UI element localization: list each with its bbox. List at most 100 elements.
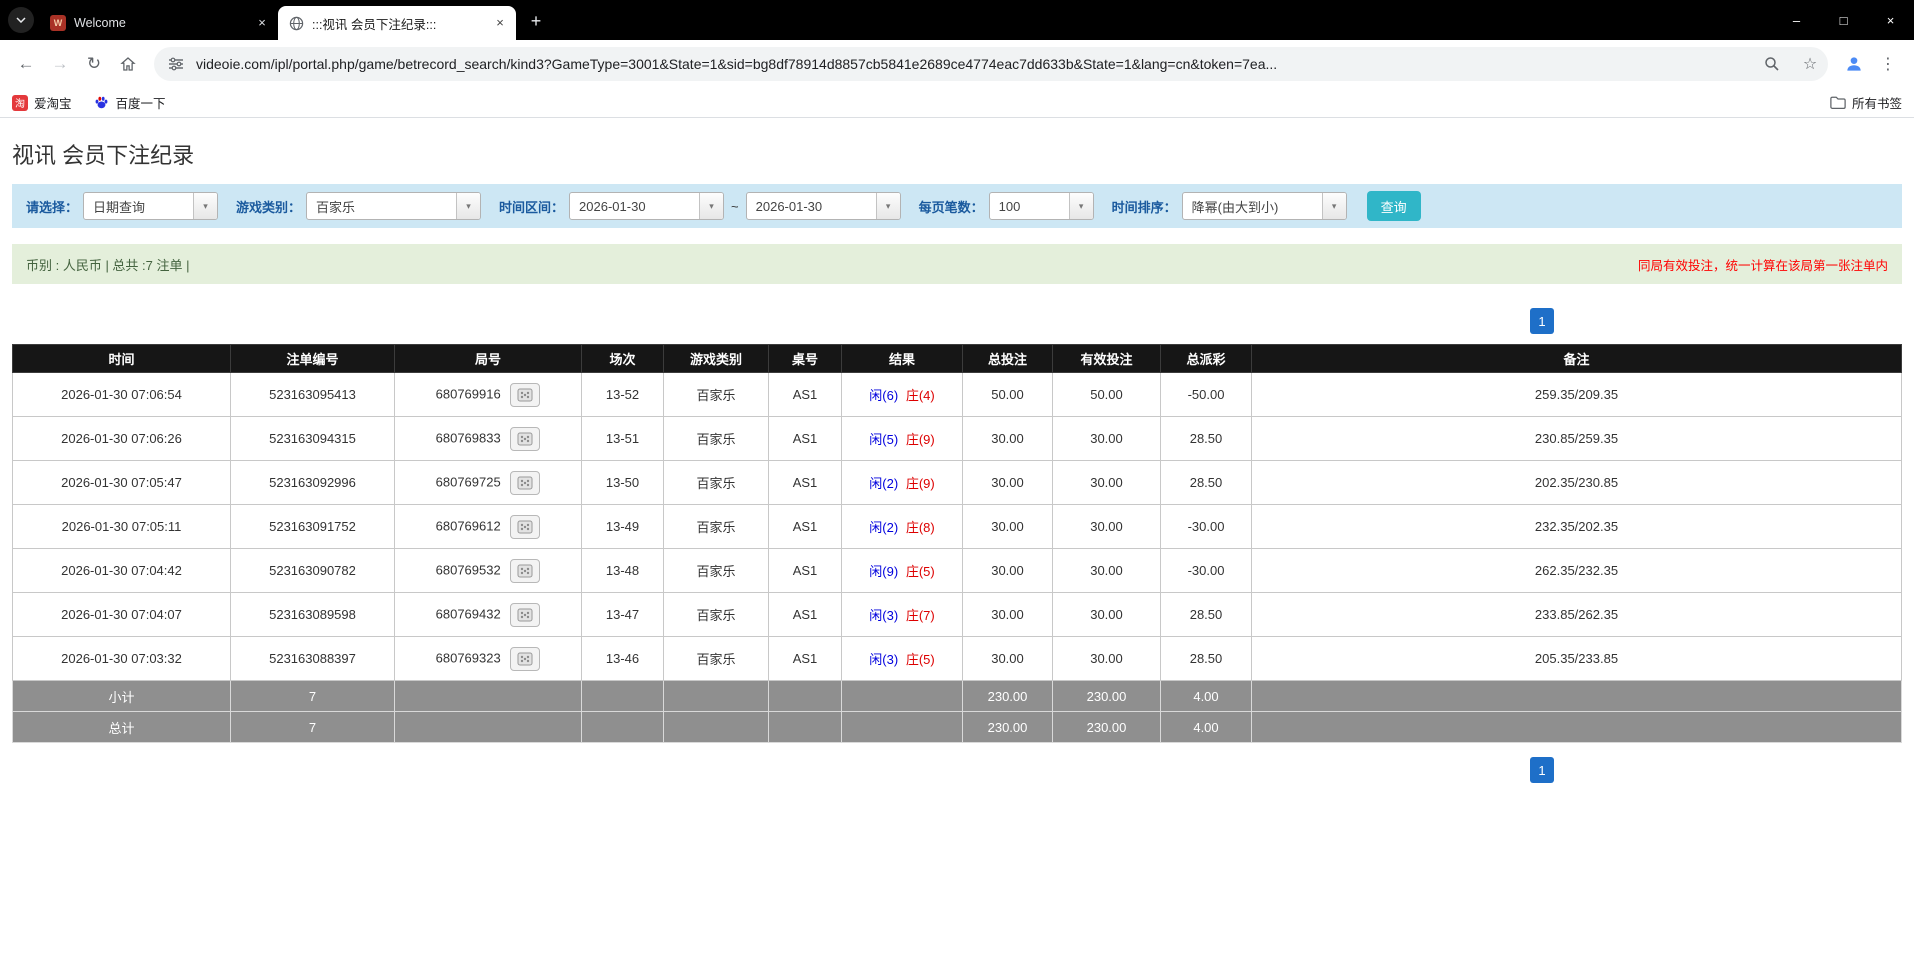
tab-close-icon[interactable]: ×: [492, 15, 508, 31]
profile-avatar[interactable]: [1838, 48, 1870, 80]
time-sort-label: 时间排序：: [1112, 197, 1177, 216]
total-count: 7: [231, 712, 395, 743]
col-header-note: 备注: [1252, 345, 1902, 373]
table-row: 2026-01-30 07:03:32 523163088397 6807693…: [13, 637, 1902, 681]
table-header-row: 时间 注单编号 局号 场次 游戏类别 桌号 结果 总投注 有效投注 总派彩 备注: [13, 345, 1902, 373]
taobao-icon: 淘: [12, 95, 28, 111]
select-type-dropdown[interactable]: 日期查询 ▾: [83, 192, 218, 220]
cell-round-id: 680769833: [395, 417, 582, 461]
cell-total-bet[interactable]: 30.00: [963, 593, 1053, 637]
result-banker: 庄(9): [906, 432, 935, 447]
back-button[interactable]: ←: [10, 48, 42, 80]
filter-bar: 请选择： 日期查询 ▾ 游戏类别： 百家乐 ▾ 时间区间： 2026-01-30…: [12, 184, 1902, 228]
tune-icon[interactable]: [166, 54, 186, 74]
cell-game-type: 百家乐: [664, 637, 769, 681]
tab-close-icon[interactable]: ×: [254, 15, 270, 31]
chevron-down-icon[interactable]: ▾: [1069, 193, 1093, 219]
cell-time: 2026-01-30 07:03:32: [13, 637, 231, 681]
cell-table-no: AS1: [769, 373, 842, 417]
col-header-total-bet: 总投注: [963, 345, 1053, 373]
tab-welcome[interactable]: W Welcome ×: [40, 6, 278, 40]
subtotal-row: 小计 7 230.00 230.00 4.00: [13, 681, 1902, 712]
col-header-valid-bet: 有效投注: [1053, 345, 1161, 373]
cell-time: 2026-01-30 07:05:11: [13, 505, 231, 549]
forward-button[interactable]: →: [44, 48, 76, 80]
tab-search-button[interactable]: [8, 7, 34, 33]
cell-note: 202.35/230.85: [1252, 461, 1902, 505]
round-replay-button[interactable]: [510, 427, 540, 451]
footer-empty-cell: [1252, 681, 1902, 712]
footer-empty-cell: [395, 681, 582, 712]
date-range-label: 时间区间：: [499, 197, 564, 216]
all-bookmarks[interactable]: 所有书签: [1830, 93, 1902, 112]
round-replay-button[interactable]: [510, 603, 540, 627]
chevron-down-icon[interactable]: ▾: [876, 193, 900, 219]
page-size-dropdown[interactable]: 100 ▾: [989, 192, 1094, 220]
chevron-down-icon[interactable]: ▾: [1322, 193, 1346, 219]
footer-empty-cell: [582, 712, 664, 743]
cell-round-id: 680769323: [395, 637, 582, 681]
cell-note: 205.35/233.85: [1252, 637, 1902, 681]
cell-note: 262.35/232.35: [1252, 549, 1902, 593]
date-to-dropdown[interactable]: 2026-01-30 ▾: [746, 192, 901, 220]
table-row: 2026-01-30 07:06:54 523163095413 6807699…: [13, 373, 1902, 417]
round-replay-button[interactable]: [510, 559, 540, 583]
round-replay-button[interactable]: [510, 383, 540, 407]
cell-total-bet[interactable]: 30.00: [963, 637, 1053, 681]
bookmark-baidu[interactable]: 百度一下: [94, 93, 166, 112]
round-replay-button[interactable]: [510, 647, 540, 671]
footer-empty-cell: [1252, 712, 1902, 743]
chevron-down-icon[interactable]: ▾: [193, 193, 217, 219]
close-button[interactable]: ×: [1867, 0, 1914, 40]
bookmark-aitaobao[interactable]: 淘 爱淘宝: [12, 93, 72, 112]
cell-payout: -30.00: [1161, 549, 1252, 593]
bookmark-star-icon[interactable]: ☆: [1796, 50, 1824, 78]
cell-bet-id: 523163092996: [231, 461, 395, 505]
game-type-dropdown[interactable]: 百家乐 ▾: [306, 192, 481, 220]
cell-time: 2026-01-30 07:05:47: [13, 461, 231, 505]
cell-total-bet[interactable]: 30.00: [963, 461, 1053, 505]
minimize-button[interactable]: –: [1773, 0, 1820, 40]
summary-bar: 币别 : 人民币 | 总共 :7 注单 | 同局有效投注，统一计算在该局第一张注…: [12, 244, 1902, 284]
footer-empty-cell: [769, 681, 842, 712]
baidu-paw-icon: [94, 95, 110, 111]
cell-round-id: 680769532: [395, 549, 582, 593]
round-replay-button[interactable]: [510, 515, 540, 539]
cell-total-bet[interactable]: 30.00: [963, 417, 1053, 461]
page-1-button[interactable]: 1: [1530, 757, 1554, 783]
result-player: 闲(3): [869, 652, 898, 667]
cell-total-bet[interactable]: 50.00: [963, 373, 1053, 417]
cell-note: 233.85/262.35: [1252, 593, 1902, 637]
page-1-button[interactable]: 1: [1530, 308, 1554, 334]
tab-betrecord[interactable]: :::视讯 会员下注纪录::: ×: [278, 6, 516, 40]
address-bar[interactable]: videoie.com/ipl/portal.php/game/betrecor…: [154, 47, 1828, 81]
search-button[interactable]: 查询: [1367, 191, 1421, 221]
cell-result: 闲(9) 庄(5): [842, 549, 963, 593]
maximize-button[interactable]: □: [1820, 0, 1867, 40]
game-type-value: 百家乐: [307, 193, 456, 219]
browser-menu-icon[interactable]: ⋮: [1872, 48, 1904, 80]
round-replay-button[interactable]: [510, 471, 540, 495]
cell-time: 2026-01-30 07:04:42: [13, 549, 231, 593]
chevron-down-icon[interactable]: ▾: [699, 193, 723, 219]
date-from-dropdown[interactable]: 2026-01-30 ▾: [569, 192, 724, 220]
zoom-icon[interactable]: [1758, 50, 1786, 78]
table-row: 2026-01-30 07:05:47 523163092996 6807697…: [13, 461, 1902, 505]
home-button[interactable]: [112, 48, 144, 80]
col-header-result: 结果: [842, 345, 963, 373]
url-text[interactable]: videoie.com/ipl/portal.php/game/betrecor…: [196, 56, 1748, 72]
cell-game-type: 百家乐: [664, 461, 769, 505]
cell-total-bet[interactable]: 30.00: [963, 549, 1053, 593]
cell-result: 闲(3) 庄(7): [842, 593, 963, 637]
new-tab-button[interactable]: +: [522, 7, 550, 35]
subtotal-payout: 4.00: [1161, 681, 1252, 712]
bookmark-label: 百度一下: [116, 93, 166, 112]
time-sort-dropdown[interactable]: 降幂(由大到小) ▾: [1182, 192, 1347, 220]
summary-note: 同局有效投注，统一计算在该局第一张注单内: [1638, 255, 1888, 274]
dice-icon: [517, 388, 533, 402]
chevron-down-icon[interactable]: ▾: [456, 193, 480, 219]
cell-game-type: 百家乐: [664, 373, 769, 417]
cell-total-bet[interactable]: 30.00: [963, 505, 1053, 549]
table-row: 2026-01-30 07:05:11 523163091752 6807696…: [13, 505, 1902, 549]
reload-button[interactable]: ↻: [78, 48, 110, 80]
